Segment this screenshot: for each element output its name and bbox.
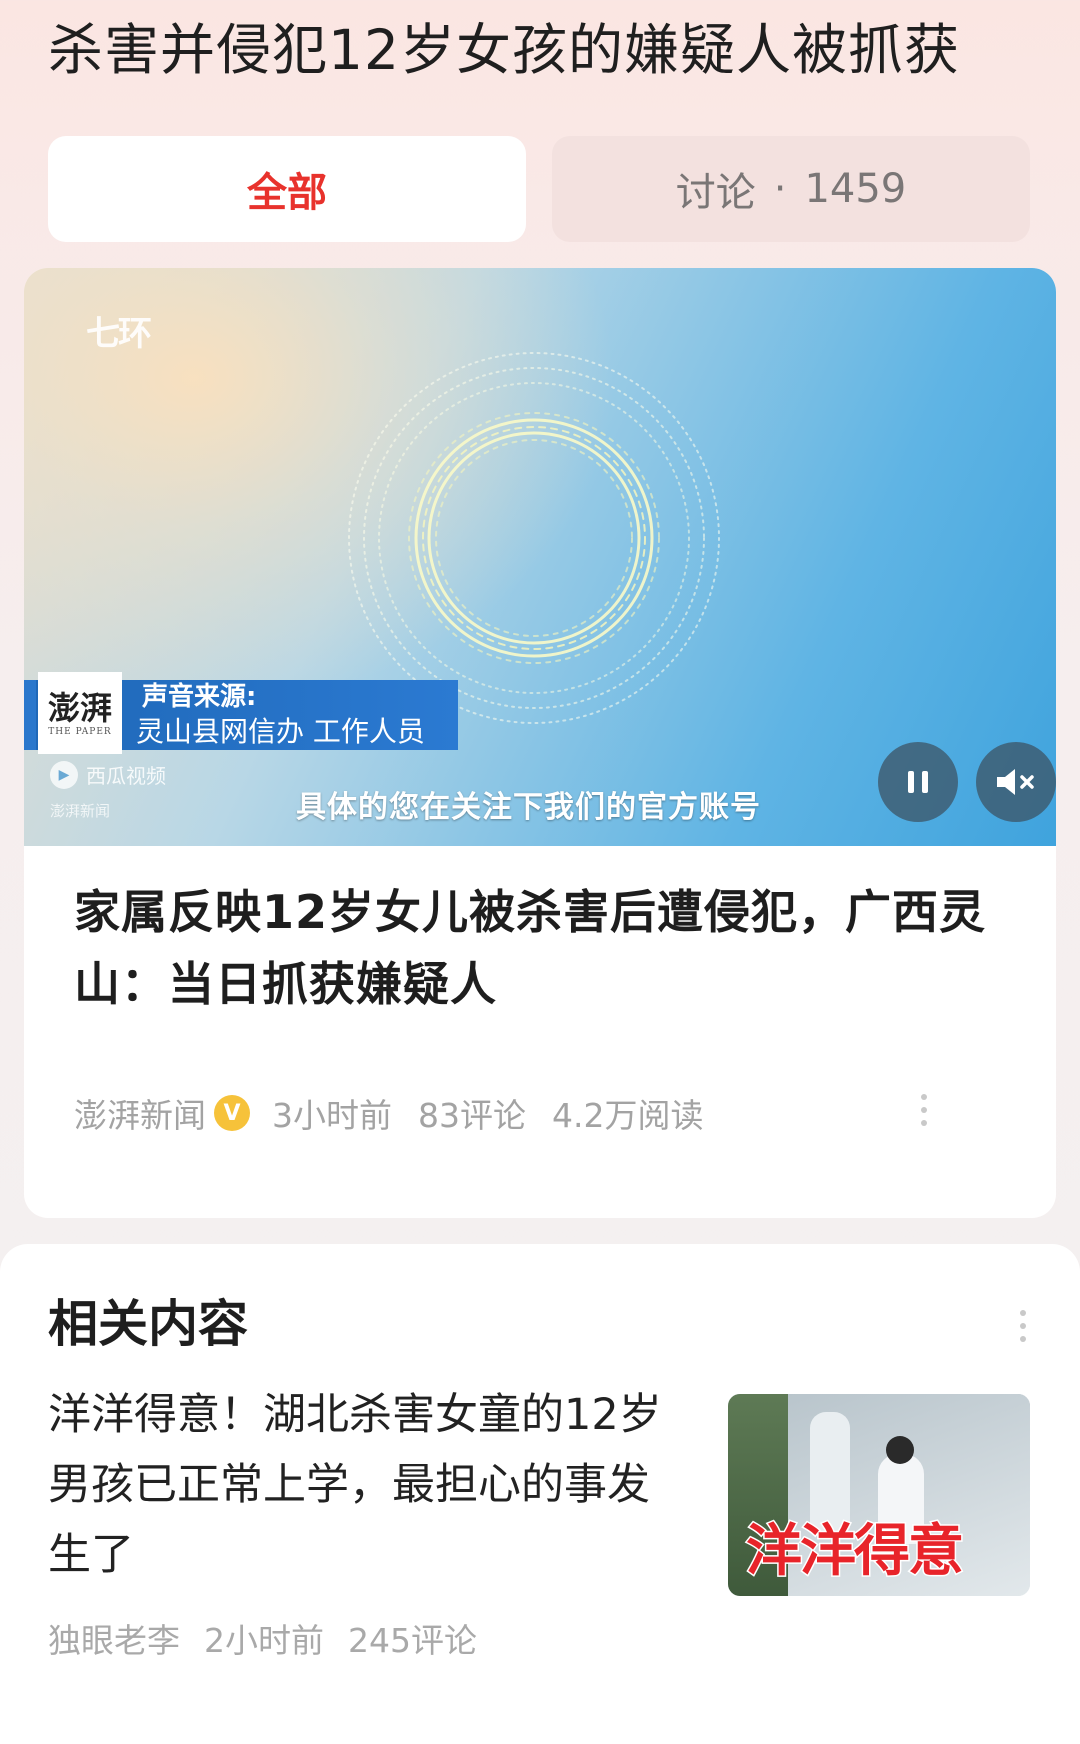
tab-discussion-separator: · <box>773 166 787 212</box>
paper-logo: 澎湃 THE PAPER <box>38 672 122 754</box>
pengpai-small-watermark: 澎湃新闻 <box>50 802 111 820</box>
related-item-thumbnail[interactable]: 洋洋得意 <box>728 1394 1030 1596</box>
caption-source-value: 灵山县网信办 工作人员 <box>136 715 425 748</box>
related-item-time: 2小时前 <box>204 1621 324 1660</box>
article-headline[interactable]: 家属反映12岁女儿被杀害后遭侵犯，广西灵山：当日抓获嫌疑人 <box>74 876 1014 1020</box>
article-source[interactable]: 澎湃新闻 <box>74 1089 206 1137</box>
pause-button[interactable] <box>878 742 958 822</box>
tab-discussion-label: 讨论 <box>675 170 756 216</box>
pause-icon <box>908 771 928 793</box>
mute-button[interactable] <box>976 742 1056 822</box>
thumbnail-child-head <box>886 1436 914 1464</box>
paper-logo-text: 澎湃 <box>47 689 112 727</box>
video-subtitle: 具体的您在关注下我们的官方账号 <box>296 790 761 825</box>
xigua-play-icon: ▶ <box>50 760 78 789</box>
related-title: 相关内容 <box>48 1295 248 1353</box>
thumbnail-caption: 洋洋得意 <box>745 1518 966 1586</box>
related-item-comments: 245评论 <box>348 1621 477 1660</box>
tab-discussion-count: 1459 <box>804 166 907 212</box>
article-time: 3小时前 <box>272 1096 392 1135</box>
article-reads: 4.2万阅读 <box>552 1096 704 1135</box>
article-comments: 83评论 <box>418 1096 526 1135</box>
mute-icon <box>997 769 1034 795</box>
news-card[interactable]: 七环 澎湃 THE PAPER 声音来源: 灵山县网信办 工作人员 ▶ 西瓜视频 <box>24 268 1056 1218</box>
related-item-author: 独眼老李 <box>48 1621 180 1660</box>
page-title: 杀害并侵犯12岁女孩的嫌疑人被抓获 <box>48 18 960 82</box>
tab-discussion[interactable]: 讨论 · 1459 <box>552 136 1030 242</box>
related-section: 相关内容 洋洋得意！湖北杀害女童的12岁男孩已正常上学，最担心的事发生了 洋洋得… <box>0 1244 1080 1744</box>
xigua-watermark: ▶ 西瓜视频 <box>50 760 166 789</box>
caption-source-label: 声音来源: <box>142 682 257 712</box>
related-item-meta: 独眼老李 2小时前 245评论 <box>48 1614 501 1662</box>
article-meta: 澎湃新闻 V 3小时前 83评论 4.2万阅读 <box>74 1088 703 1138</box>
video-player[interactable]: 七环 澎湃 THE PAPER 声音来源: 灵山县网信办 工作人员 ▶ 西瓜视频 <box>24 268 1056 846</box>
watermark-logo: 七环 <box>86 314 152 354</box>
tab-all[interactable]: 全部 <box>48 136 526 242</box>
verified-badge-icon: V <box>214 1095 250 1131</box>
paper-logo-sub: THE PAPER <box>48 727 112 737</box>
xigua-label: 西瓜视频 <box>86 764 166 788</box>
related-more-icon[interactable] <box>1018 1310 1028 1342</box>
related-item-title[interactable]: 洋洋得意！湖北杀害女童的12岁男孩已正常上学，最担心的事发生了 <box>48 1380 688 1590</box>
more-options-icon[interactable] <box>919 1094 929 1126</box>
